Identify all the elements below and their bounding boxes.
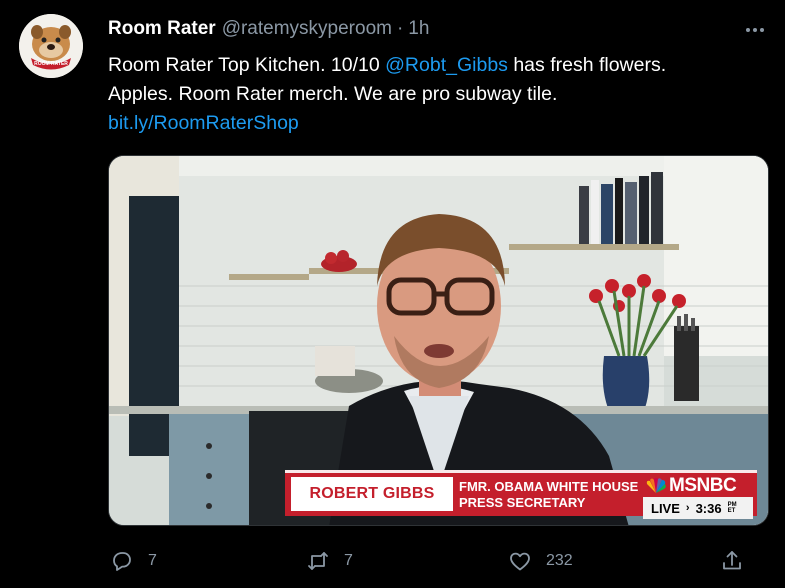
tweet-text-line-2: Apples. Room Rater merch. We are pro sub… [108, 83, 558, 105]
reply-icon [113, 552, 131, 571]
more-dot [746, 28, 750, 32]
live-timezone: PM ET [727, 502, 737, 514]
live-arrow-icon: › [685, 502, 690, 514]
share-button[interactable] [720, 546, 744, 576]
author-name[interactable]: Room Rater [108, 18, 216, 40]
retweet-icon [308, 552, 328, 570]
network-logo: MSNBC [645, 474, 757, 498]
svg-text:ROOM RATER: ROOM RATER [34, 61, 68, 67]
reply-button[interactable]: 7 [110, 546, 157, 576]
lower-third-name: ROBERT GIBBS [291, 477, 453, 511]
more-icon[interactable] [740, 20, 770, 40]
tweet-video[interactable]: ROBERT GIBBS FMR. OBAMA WHITE HOUSE PRES… [108, 155, 769, 526]
shop-link[interactable]: bit.ly/RoomRaterShop [108, 109, 768, 138]
more-dot [753, 28, 757, 32]
tweet-text: Room Rater Top Kitchen. 10/10 @Robt_Gibb… [108, 51, 768, 138]
tweet-timestamp[interactable]: 1h [408, 18, 429, 40]
tweet-actions: 7 7 232 [0, 546, 785, 576]
lower-third-title: FMR. OBAMA WHITE HOUSE PRESS SECRETARY [459, 477, 639, 513]
mention-link[interactable]: @Robt_Gibbs [385, 54, 508, 76]
header-separator: · [396, 18, 404, 39]
more-dot [760, 28, 764, 32]
room-rater-logo: ROOM RATER [19, 14, 83, 78]
avatar[interactable]: ROOM RATER [19, 14, 83, 78]
tweet-text-segment: has fresh flowers. [507, 54, 667, 76]
like-count: 232 [546, 552, 573, 569]
author-handle[interactable]: @ratemyskyperoom [222, 18, 392, 40]
tweet-header: Room Rater @ratemyskyperoom · 1h [108, 18, 429, 42]
network-name: MSNBC [669, 475, 737, 496]
live-label: LIVE [651, 500, 680, 516]
peacock-icon [646, 478, 666, 493]
share-icon [723, 551, 741, 570]
live-indicator: LIVE › 3:36 PM ET [643, 497, 753, 519]
lower-third-title-line-2: PRESS SECRETARY [459, 495, 586, 510]
live-time: 3:36 [695, 500, 722, 516]
heart-icon [510, 552, 530, 571]
retweet-button[interactable]: 7 [306, 546, 353, 576]
lower-third-title-line-1: FMR. OBAMA WHITE HOUSE [459, 479, 639, 494]
retweet-count: 7 [344, 552, 353, 569]
reply-count: 7 [148, 552, 157, 569]
like-button[interactable]: 232 [508, 546, 573, 576]
tweet-text-segment: Room Rater Top Kitchen. 10/10 [108, 54, 386, 76]
tweet-text-line-1: Room Rater Top Kitchen. 10/10 @Robt_Gibb… [108, 51, 768, 80]
